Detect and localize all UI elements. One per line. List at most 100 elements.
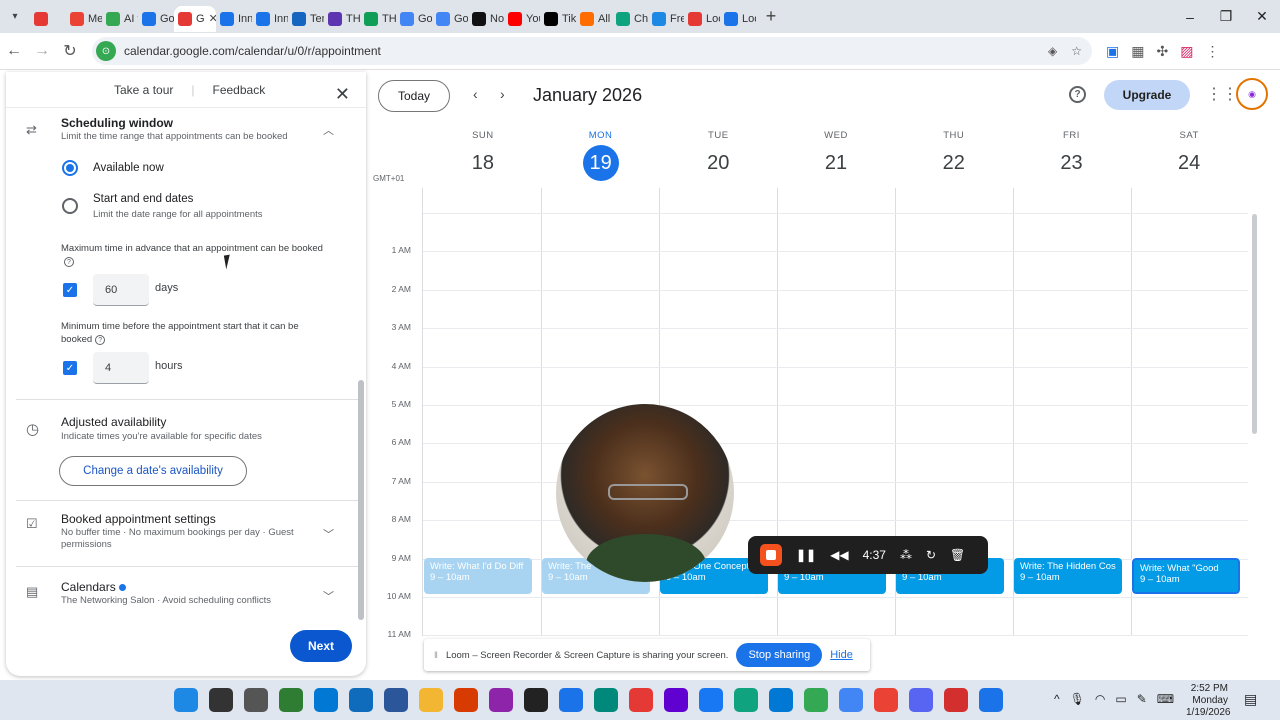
chevron-up-icon[interactable]: ︿ xyxy=(323,122,334,138)
browser-tab[interactable]: TikT xyxy=(540,6,576,32)
taskbar-app-icon[interactable] xyxy=(839,688,863,712)
taskbar-app-icon[interactable] xyxy=(979,688,1003,712)
available-now-radio[interactable] xyxy=(62,160,78,176)
browser-tab[interactable]: Inne xyxy=(252,6,288,32)
browser-tab[interactable]: Goo xyxy=(432,6,468,32)
taskbar-app-icon[interactable] xyxy=(454,688,478,712)
help-icon[interactable]: ? xyxy=(1069,86,1086,103)
calendar-event[interactable]: Write: The Hidden Cos 9 – 10am xyxy=(1014,558,1122,594)
minimize-button[interactable]: – xyxy=(1172,0,1208,33)
day-column-header[interactable]: THU 22 xyxy=(895,130,1013,186)
browser-tab[interactable]: All T xyxy=(576,6,612,32)
site-info-icon[interactable]: ⊙ xyxy=(96,41,116,61)
taskbar-app-icon[interactable] xyxy=(349,688,373,712)
day-number[interactable]: 20 xyxy=(659,145,777,181)
taskbar-app-icon[interactable] xyxy=(559,688,583,712)
eye-icon[interactable]: ◈ xyxy=(1048,44,1057,58)
taskbar-app-icon[interactable] xyxy=(874,688,898,712)
taskbar-app-icon[interactable] xyxy=(489,688,513,712)
taskbar-app-icon[interactable] xyxy=(594,688,618,712)
puzzle-icon[interactable]: ✣ xyxy=(1156,43,1168,60)
browser-tab[interactable]: G ✕ xyxy=(174,5,216,32)
reload-button[interactable]: ↻ xyxy=(56,41,84,61)
change-date-availability-button[interactable]: Change a date's availability xyxy=(59,456,247,486)
calendar-scrollbar[interactable] xyxy=(1252,214,1257,434)
wifi-icon[interactable]: ◠ xyxy=(1095,692,1105,706)
drag-handle-icon[interactable]: ‖ xyxy=(434,650,438,661)
taskbar-app-icon[interactable] xyxy=(244,688,268,712)
taskbar-app-icon[interactable] xyxy=(804,688,828,712)
browser-tab[interactable]: Tem xyxy=(288,6,324,32)
day-column-header[interactable]: MON 19 xyxy=(542,130,660,186)
taskbar-app-icon[interactable] xyxy=(384,688,408,712)
windows-start-icon[interactable] xyxy=(174,688,198,712)
pen-icon[interactable]: ✎ xyxy=(1137,692,1147,706)
taskbar-clock[interactable]: 2:52 PM Monday 1/19/2026 xyxy=(1186,683,1231,719)
taskbar-app-icon[interactable] xyxy=(734,688,758,712)
back-button[interactable]: ← xyxy=(0,42,28,60)
day-column-header[interactable]: FRI 23 xyxy=(1013,130,1131,186)
taskbar-app-icon[interactable] xyxy=(524,688,548,712)
taskbar-app-icon[interactable] xyxy=(699,688,723,712)
hide-link[interactable]: Hide xyxy=(830,649,853,661)
new-tab-button[interactable]: + xyxy=(756,6,786,27)
day-column-header[interactable]: SAT 24 xyxy=(1130,130,1248,186)
battery-icon[interactable]: ▭ xyxy=(1115,692,1126,706)
browser-tab[interactable]: AI f xyxy=(102,6,138,32)
previous-week-icon[interactable]: ‹ xyxy=(473,86,478,102)
taskbar-app-icon[interactable] xyxy=(664,688,688,712)
help-icon[interactable]: ? xyxy=(64,257,74,267)
stop-sharing-button[interactable]: Stop sharing xyxy=(736,643,823,667)
panel-scrollbar[interactable] xyxy=(358,380,364,620)
start-end-dates-radio[interactable] xyxy=(62,198,78,214)
max-advance-checkbox[interactable]: ✓ xyxy=(63,283,77,297)
close-panel-icon[interactable]: ✕ xyxy=(335,84,350,105)
pause-icon[interactable]: ❚❚ xyxy=(796,548,816,562)
browser-tab[interactable]: THE xyxy=(324,6,360,32)
browser-tab[interactable]: Goo xyxy=(396,6,432,32)
microphone-icon[interactable]: 🎙 xyxy=(1070,692,1085,706)
browser-tab[interactable]: THE xyxy=(360,6,396,32)
day-column-header[interactable]: SUN 18 xyxy=(424,130,542,186)
chevron-down-icon[interactable]: ﹀ xyxy=(323,526,334,542)
browser-tab[interactable]: Free xyxy=(648,6,684,32)
extension-icon[interactable]: ▣ xyxy=(1106,43,1119,60)
keyboard-icon[interactable]: ⌨ xyxy=(1157,692,1174,706)
min-before-input[interactable]: 4 xyxy=(93,352,149,384)
taskbar-app-icon[interactable] xyxy=(629,688,653,712)
calendar-event[interactable]: Write: What "Good 9 – 10am xyxy=(1131,557,1241,595)
avatar[interactable]: ◉ xyxy=(1236,78,1268,110)
search-icon[interactable] xyxy=(209,688,233,712)
drawing-tools-icon[interactable]: ⁂ xyxy=(900,548,912,562)
browser-tab[interactable]: Inne xyxy=(216,6,252,32)
browser-tab[interactable]: Goo xyxy=(138,6,174,32)
taskbar-app-icon[interactable] xyxy=(314,688,338,712)
delete-recording-icon[interactable]: 🗑 xyxy=(950,548,965,562)
day-number[interactable]: 18 xyxy=(424,145,542,181)
browser-tab[interactable]: Loo xyxy=(720,6,756,32)
day-number[interactable]: 24 xyxy=(1130,145,1248,181)
next-week-icon[interactable]: › xyxy=(500,86,505,102)
chevron-down-icon[interactable]: ﹀ xyxy=(323,588,334,604)
help-icon[interactable]: ? xyxy=(95,335,106,345)
taskbar-app-icon[interactable] xyxy=(769,688,793,712)
browser-tab[interactable]: Not xyxy=(468,6,504,32)
day-number[interactable]: 22 xyxy=(895,145,1013,181)
rewind-icon[interactable]: ◀◀ xyxy=(830,548,848,562)
stop-recording-button[interactable] xyxy=(760,544,782,566)
browser-tab[interactable]: Cha xyxy=(612,6,648,32)
day-number[interactable]: 21 xyxy=(777,145,895,181)
upgrade-button[interactable]: Upgrade xyxy=(1104,80,1190,110)
loom-camera-bubble[interactable] xyxy=(556,404,734,582)
calendar-event[interactable]: Write: What I'd Do Diff 9 – 10am xyxy=(424,558,532,594)
bookmark-star-icon[interactable]: ☆ xyxy=(1071,44,1082,58)
feedback-link[interactable]: Feedback xyxy=(213,83,266,97)
day-column-header[interactable]: WED 21 xyxy=(777,130,895,186)
url-bar[interactable]: ⊙ calendar.google.com/calendar/u/0/r/app… xyxy=(92,37,1092,65)
today-button[interactable]: Today xyxy=(378,80,450,112)
browser-tab[interactable]: Mes xyxy=(66,6,102,32)
next-button[interactable]: Next xyxy=(290,630,352,662)
tab-search-dropdown[interactable]: ▾ xyxy=(0,0,30,33)
take-tour-link[interactable]: Take a tour xyxy=(114,83,173,97)
taskbar-app-icon[interactable] xyxy=(419,688,443,712)
